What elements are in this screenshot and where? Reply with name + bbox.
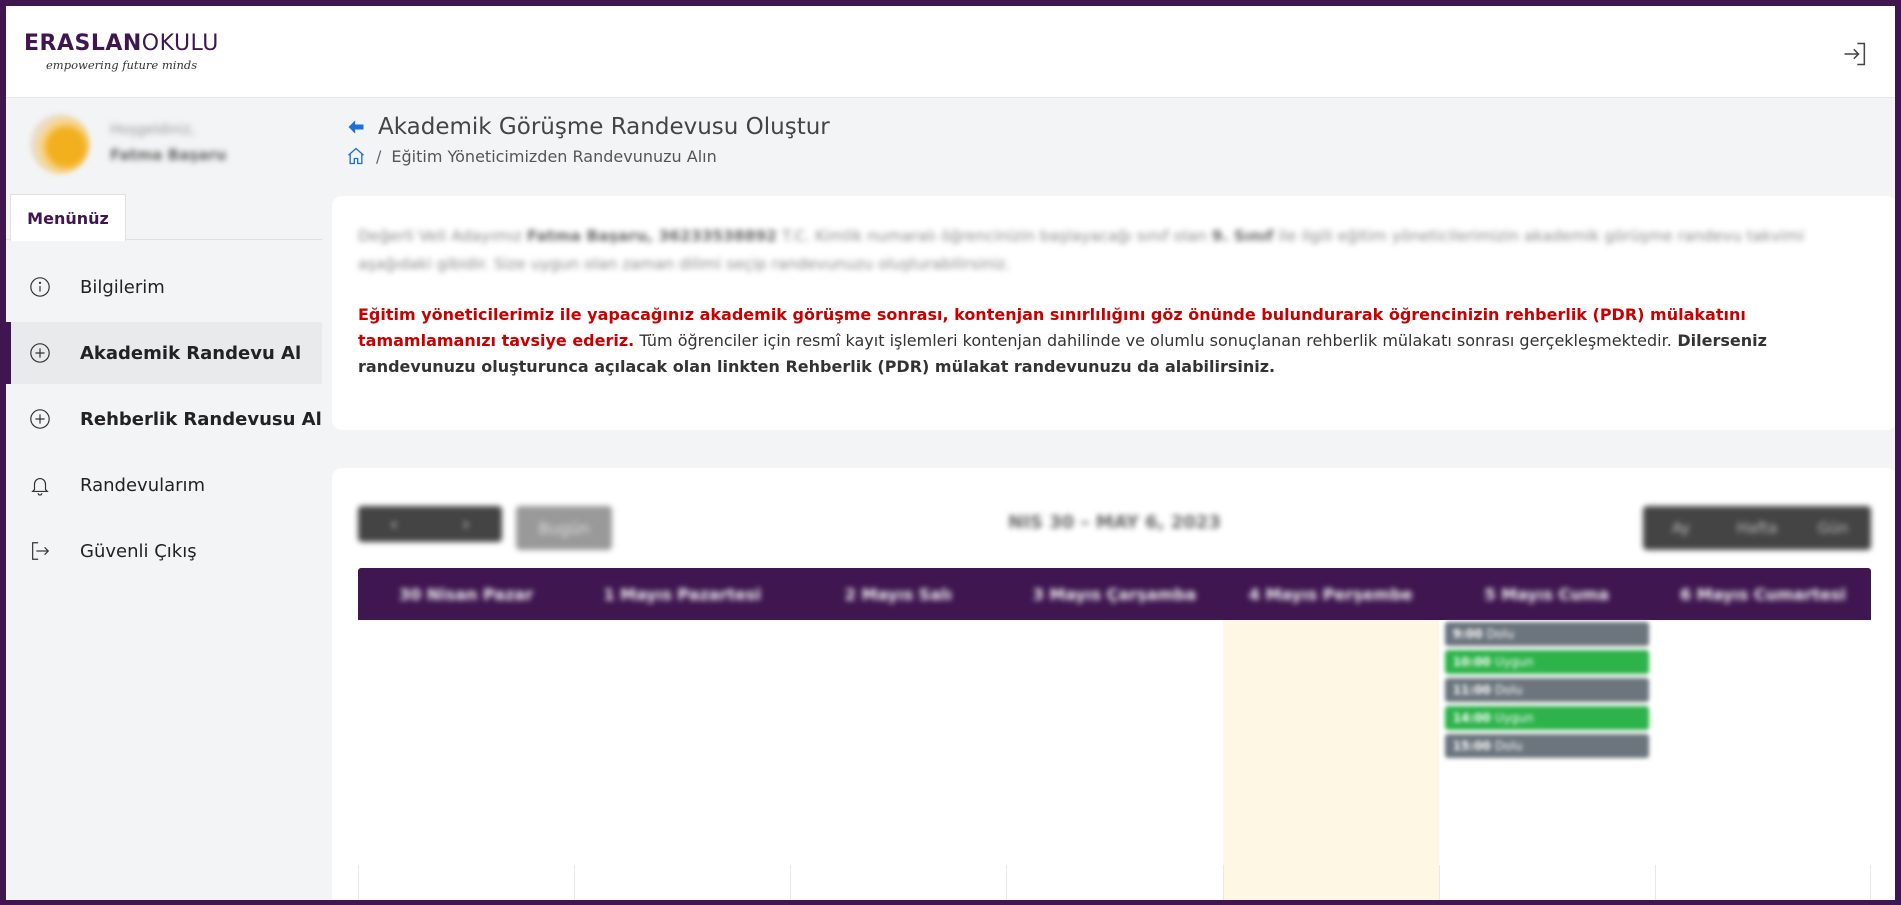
sidebar-item-label: Akademik Randevu Al [80,342,302,364]
day-column[interactable]: 9:00 Dolu 10:00 Uygun 11:00 Dolu 14:00 Uygun… [1438,620,1655,900]
sidebar-menu: Bilgilerim Akademik Randevu Al Rehberlik… [6,256,322,586]
app-frame: ERASLANOKULU empowering future minds Hoş… [0,0,1901,905]
user-greeting: Hoşgeldiniz, [110,122,196,138]
top-bar: ERASLANOKULU empowering future minds [6,6,1895,98]
logout-icon [28,539,52,563]
breadcrumb: / Eğitim Yöneticimizden Randevunuzu Alın [346,146,830,166]
sidebar-item-rehberlik-randevu[interactable]: Rehberlik Randevusu Al [6,388,322,450]
sidebar-item-label: Bilgilerim [80,276,165,298]
calendar-grid: 30 Nisan Pazar 1 Mayıs Pazartesi 2 Mayıs… [358,568,1871,900]
plus-circle-icon [28,341,52,365]
sidebar-item-label: Rehberlik Randevusu Al [80,408,322,430]
logo-light-text: OKULU [141,31,219,56]
view-week-button[interactable]: Hafta [1719,506,1795,550]
avatar [30,114,90,174]
sidebar: Hoşgeldiniz, Fatma Başaru Menünüz Bilgil… [6,98,322,900]
day-header: 2 Mayıs Salı [844,584,952,604]
school-logo[interactable]: ERASLANOKULU empowering future minds [24,31,219,73]
info-circle-icon [28,275,52,299]
plus-circle-icon [28,407,52,431]
calendar-header: 30 Nisan Pazar 1 Mayıs Pazartesi 2 Mayıs… [358,568,1871,620]
day-header: 1 Mayıs Pazartesi [603,584,761,604]
view-month-button[interactable]: Ay [1643,506,1719,550]
day-header: 6 Mayıs Cumartesi [1679,584,1846,604]
user-name: Fatma Başaru [110,146,227,164]
info-card: Değerli Veli Adayımız Fatma Başaru, 3623… [332,196,1895,430]
calendar-body: 9:00 Dolu 10:00 Uygun 11:00 Dolu 14:00 Uygun… [358,620,1871,900]
calendar-toolbar: ‹ › Bugün NIS 30 – MAY 6, 2023 Ay Hafta … [358,506,1871,554]
tab-menu[interactable]: Menünüz [10,194,126,241]
page-header: Akademik Görüşme Randevusu Oluştur / Eği… [346,114,830,166]
home-icon[interactable] [346,146,366,166]
user-profile: Hoşgeldiniz, Fatma Başaru [30,114,310,180]
intro-text: Değerli Veli Adayımız Fatma Başaru, 3623… [358,227,1805,273]
view-day-button[interactable]: Gün [1795,506,1871,550]
day-header: 30 Nisan Pazar [399,584,534,604]
breadcrumb-separator: / [376,146,382,166]
back-arrow-icon[interactable] [346,117,366,137]
day-header: 5 Mayıs Cuma [1484,584,1610,604]
event-slot[interactable]: 11:00 Dolu [1444,678,1649,702]
event-slot[interactable]: 15:00 Dolu [1444,734,1649,758]
day-column-today[interactable] [1222,620,1439,900]
day-column[interactable] [1006,620,1222,900]
sidebar-item-guvenli-cikis[interactable]: Güvenli Çıkış [6,520,322,582]
day-column[interactable] [574,620,790,900]
main-content: Akademik Görüşme Randevusu Oluştur / Eği… [322,98,1895,900]
menu-tabs: Menünüz [6,194,322,241]
day-header: 3 Mayıs Çarşamba [1032,584,1197,604]
logo-bold-text: ERASLAN [24,31,142,56]
day-header: 4 Mayıs Perşembe [1248,584,1413,604]
day-column[interactable] [790,620,1006,900]
logo-tagline: empowering future minds [46,58,198,72]
sidebar-item-label: Güvenli Çıkış [80,540,197,562]
notice-text: Eğitim yöneticilerimiz ile yapacağınız a… [358,305,1767,376]
bell-icon [28,473,52,497]
day-column[interactable] [358,620,574,900]
calendar-card: ‹ › Bugün NIS 30 – MAY 6, 2023 Ay Hafta … [332,468,1895,900]
breadcrumb-current: Eğitim Yöneticimizden Randevunuzu Alın [391,146,717,166]
event-slot[interactable]: 10:00 Uygun [1444,650,1649,674]
sidebar-item-akademik-randevu[interactable]: Akademik Randevu Al [6,322,322,384]
logout-icon[interactable] [1841,40,1869,68]
event-slot[interactable]: 9:00 Dolu [1444,622,1649,646]
sidebar-item-label: Randevularım [80,474,206,496]
calendar-view-group: Ay Hafta Gün [1643,506,1871,550]
day-column[interactable] [1654,620,1871,900]
sidebar-item-bilgilerim[interactable]: Bilgilerim [6,256,322,318]
event-list: 9:00 Dolu 10:00 Uygun 11:00 Dolu 14:00 Uygun… [1444,622,1649,762]
sidebar-item-randevularim[interactable]: Randevularım [6,454,322,516]
page-title: Akademik Görüşme Randevusu Oluştur [378,114,830,140]
event-slot[interactable]: 14:00 Uygun [1444,706,1649,730]
